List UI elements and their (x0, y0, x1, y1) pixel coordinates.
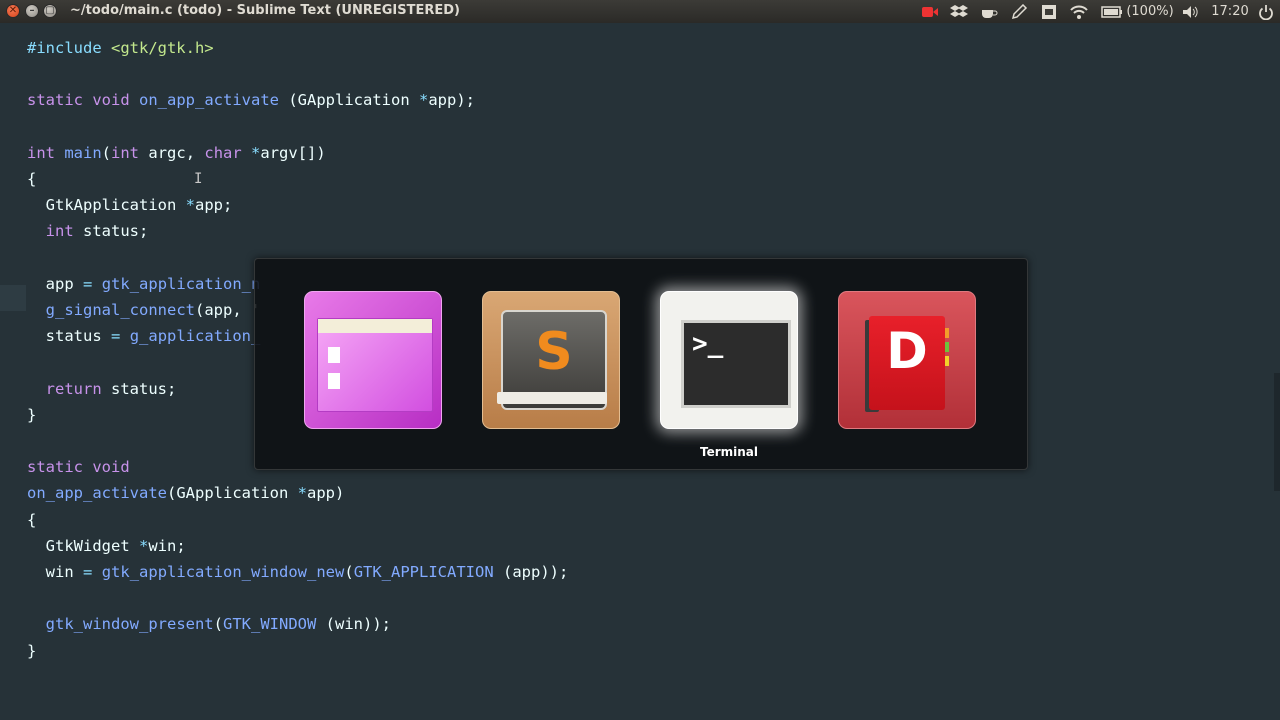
files-window-bar (318, 319, 432, 333)
code-line[interactable]: int status; (27, 218, 149, 244)
code-line[interactable]: gtk_window_present(GTK_WINDOW (win)); (27, 611, 391, 637)
pencil-icon[interactable] (1009, 3, 1029, 20)
code-line[interactable]: static void on_app_activate (GApplicatio… (27, 87, 475, 113)
power-icon[interactable] (1256, 3, 1276, 20)
sublime-base-glyph (497, 392, 607, 404)
code-line[interactable]: } (27, 402, 36, 428)
code-line[interactable]: on_app_activate(GApplication *app) (27, 480, 344, 506)
screenshot-icon[interactable] (1039, 3, 1059, 20)
battery-icon[interactable] (1100, 3, 1124, 20)
clock[interactable]: 17:20 (1210, 3, 1250, 20)
code-line[interactable]: int main(int argc, char *argv[]) (27, 140, 326, 166)
wifi-icon[interactable] (1068, 3, 1090, 20)
files-sidebar-block (328, 347, 340, 363)
code-line[interactable]: { (27, 166, 36, 192)
sublime-letter: S (535, 322, 573, 382)
scrollbar[interactable] (1274, 373, 1280, 491)
code-line[interactable]: #include <gtk/gtk.h> (27, 35, 214, 61)
window-title: ~/todo/main.c (todo) - Sublime Text (UNR… (70, 3, 460, 18)
code-line[interactable]: { (27, 507, 36, 533)
dictionary-app-icon[interactable]: D (838, 291, 976, 429)
files-window-glyph (317, 318, 433, 412)
code-line[interactable]: return status; (27, 376, 177, 402)
dropbox-icon[interactable] (949, 3, 969, 20)
dictionary-tab (945, 328, 949, 338)
dictionary-letter: D (886, 322, 928, 380)
code-line[interactable]: GtkWidget *win; (27, 533, 186, 559)
code-line[interactable]: GtkApplication *app; (27, 192, 233, 218)
files-app-icon[interactable] (304, 291, 442, 429)
sublime-text-app-icon[interactable]: S (482, 291, 620, 429)
app-switcher: S >_ D Terminal (254, 258, 1028, 470)
text-cursor-icon: I (194, 171, 203, 187)
record-icon[interactable] (920, 3, 940, 20)
code-line[interactable]: static void (27, 454, 130, 480)
dictionary-tab (945, 342, 949, 352)
code-line[interactable]: win = gtk_application_window_new(GTK_APP… (27, 559, 569, 585)
code-line[interactable]: g_signal_connect(app, ' (27, 297, 261, 323)
code-line[interactable]: app = gtk_application_n (27, 271, 261, 297)
minimize-window-icon[interactable]: – (25, 4, 39, 18)
terminal-screen-glyph: >_ (681, 320, 791, 408)
current-line-gutter (0, 285, 26, 311)
coffee-icon[interactable] (979, 3, 999, 20)
files-sidebar-block (328, 373, 340, 389)
code-line[interactable]: status = g_application_ (27, 323, 261, 349)
top-panel: ✕ – ▢ ~/todo/main.c (todo) - Sublime Tex… (0, 0, 1280, 24)
dictionary-tab (945, 356, 949, 366)
battery-percent: (100%) (1126, 4, 1174, 19)
volume-icon[interactable] (1180, 3, 1200, 20)
close-window-icon[interactable]: ✕ (6, 4, 20, 18)
maximize-window-icon[interactable]: ▢ (43, 4, 57, 18)
terminal-app-icon[interactable]: >_ (660, 291, 798, 429)
selected-app-label: Terminal (699, 445, 759, 459)
code-line[interactable]: } (27, 638, 36, 664)
terminal-prompt: >_ (692, 329, 724, 359)
